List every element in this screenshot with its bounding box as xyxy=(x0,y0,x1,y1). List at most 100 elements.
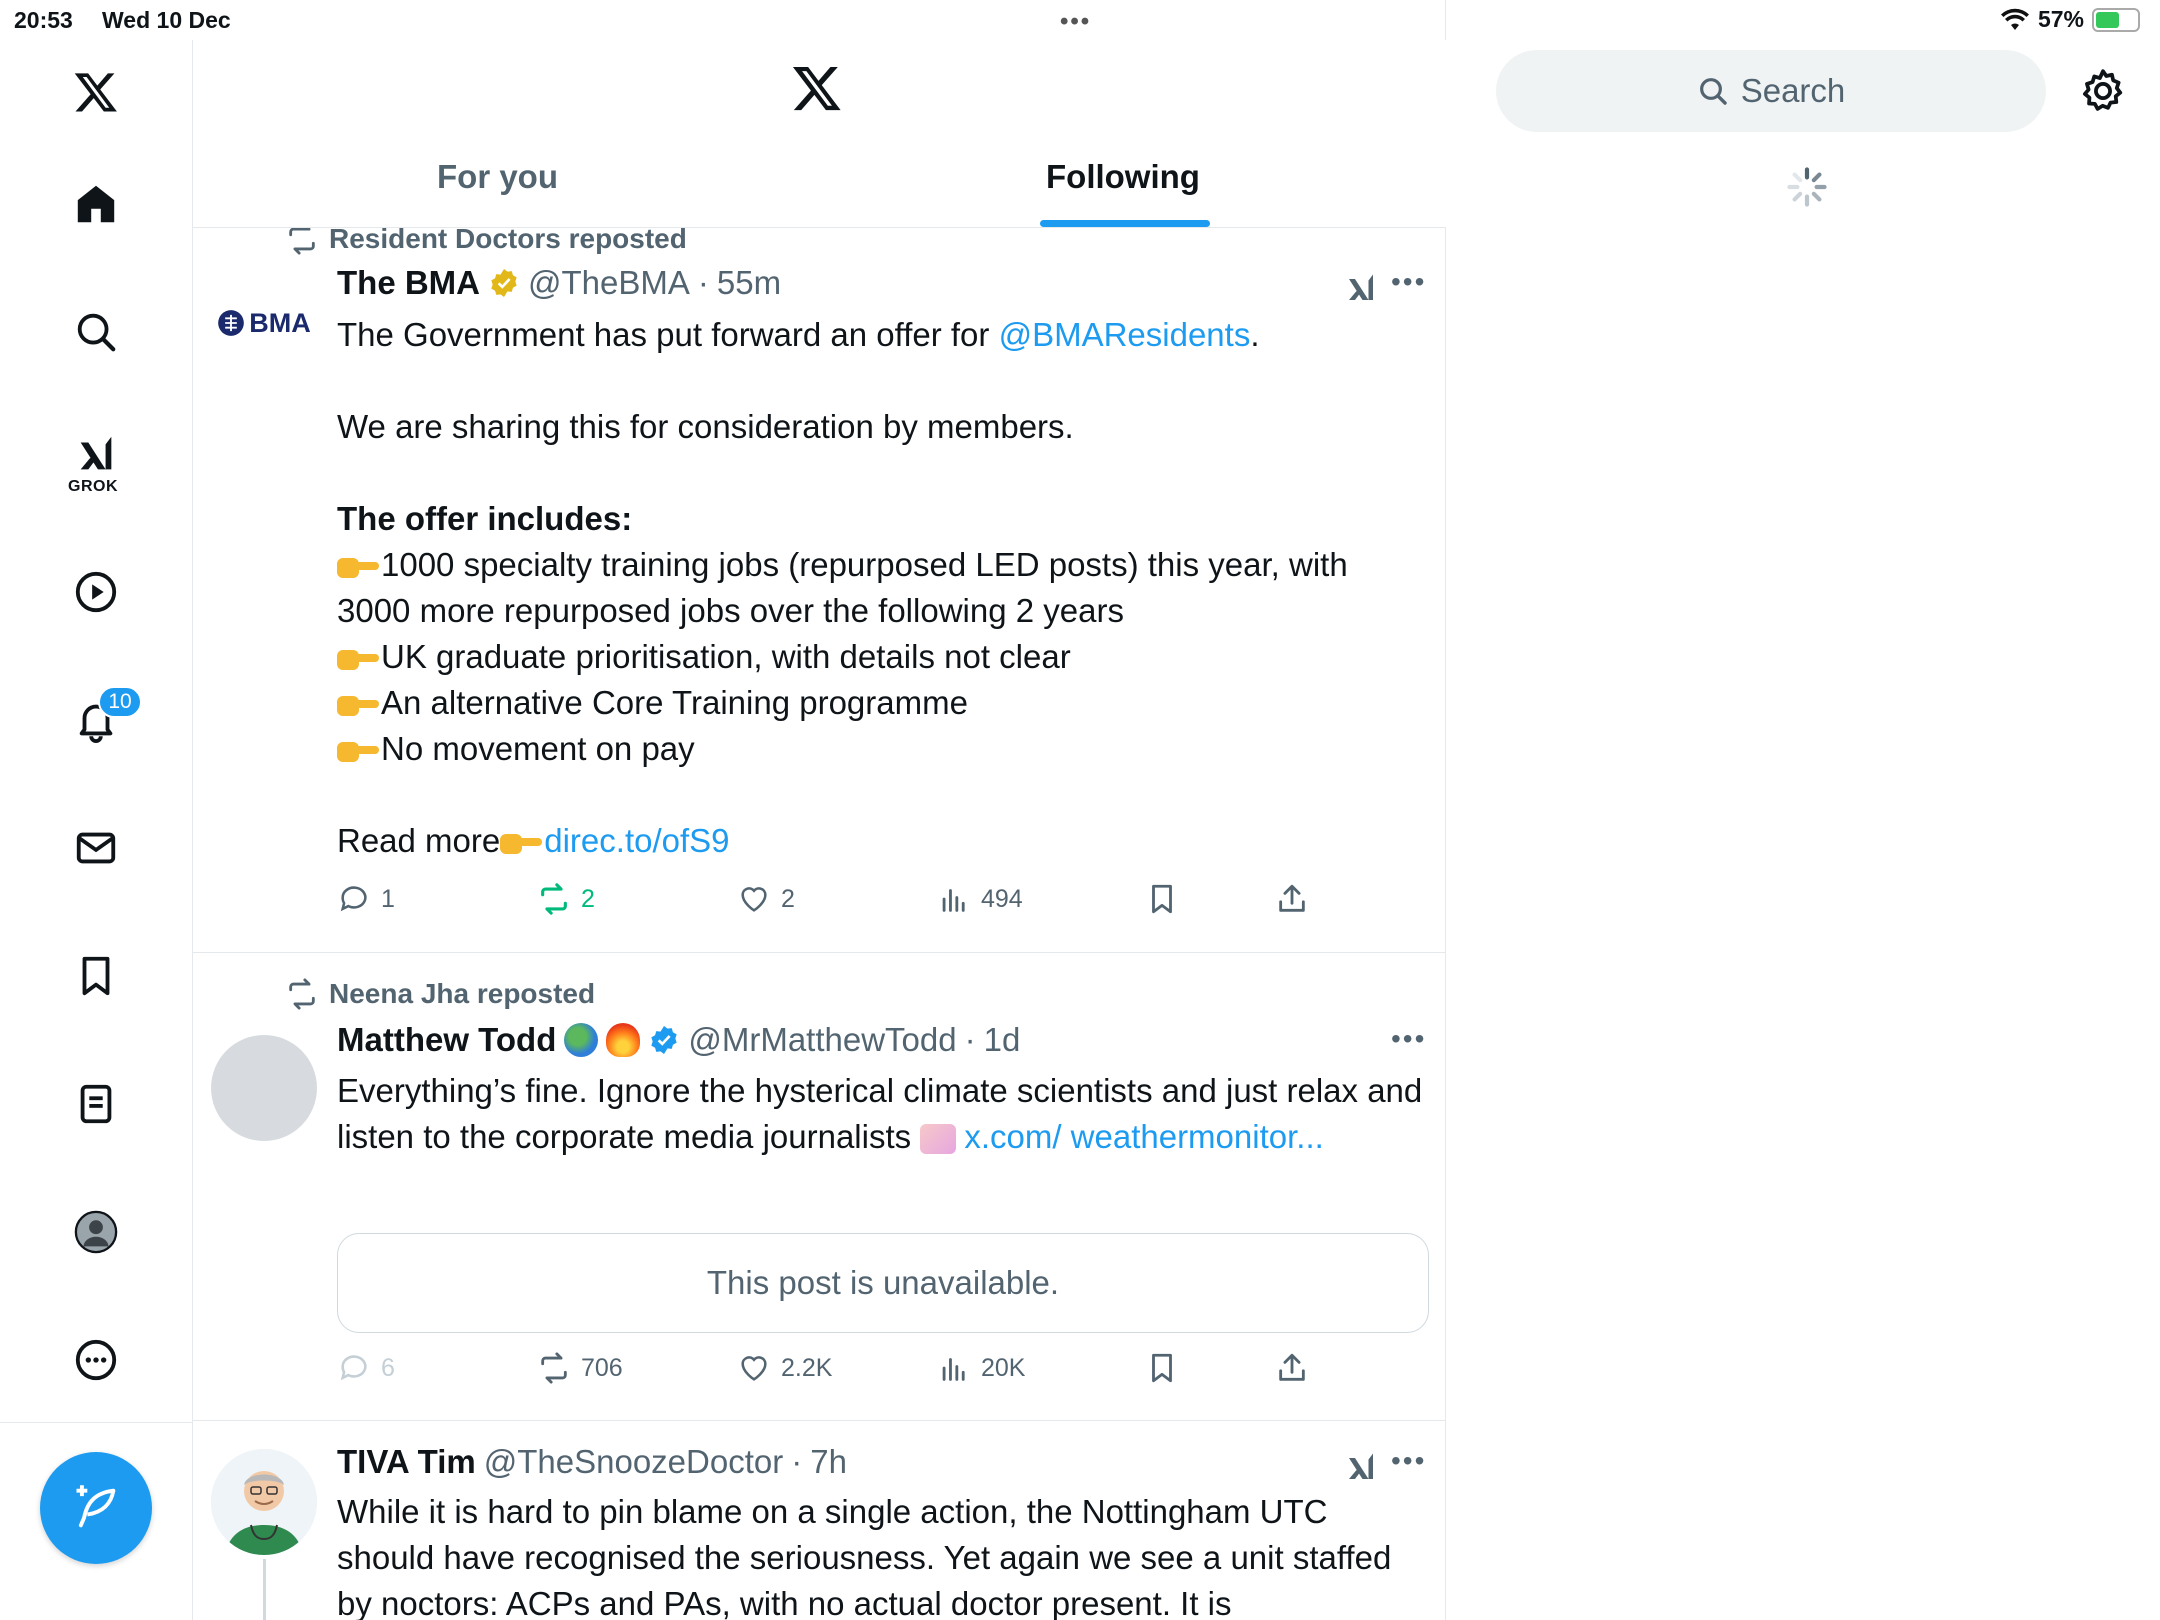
lists-icon[interactable] xyxy=(66,1074,126,1134)
repost-icon xyxy=(541,883,567,915)
doctor-cartoon-avatar-icon xyxy=(211,1449,317,1555)
reply-count: 6 xyxy=(381,1353,395,1382)
globe-emoji-icon xyxy=(564,1023,599,1057)
timeline-column: Resident Doctors reposted BMA The BMA @T… xyxy=(193,0,1446,1620)
mention-link[interactable]: @BMAResidents xyxy=(999,316,1251,353)
tab-for-you[interactable]: For you xyxy=(437,158,558,196)
share-icon xyxy=(1279,884,1305,912)
battery-percent: 57% xyxy=(2037,6,2084,32)
profile-avatar-icon[interactable] xyxy=(66,1202,126,1262)
post-more-icon[interactable]: ••• xyxy=(1391,1023,1426,1055)
grok-explain-icon[interactable] xyxy=(1343,1449,1379,1485)
pointing-hand-emoji-icon xyxy=(337,648,379,671)
view-count: 20K xyxy=(981,1353,1026,1382)
post-card[interactable]: Resident Doctors reposted BMA The BMA @T… xyxy=(193,223,1446,953)
avatar[interactable] xyxy=(211,1035,317,1141)
pointing-hand-emoji-icon xyxy=(337,740,379,763)
post-actions: 6 706 2.2K 20K xyxy=(337,1351,1377,1391)
share-button[interactable] xyxy=(1275,1351,1309,1385)
post-time[interactable]: 7h xyxy=(810,1443,847,1481)
bookmarks-icon[interactable] xyxy=(66,946,126,1006)
messages-envelope-icon[interactable] xyxy=(66,818,126,878)
post-time[interactable]: 1d xyxy=(984,1021,1021,1059)
bma-logo-text: BMA xyxy=(249,307,311,338)
post-body: The Government has put forward an offer … xyxy=(337,312,1427,864)
video-play-icon[interactable] xyxy=(66,562,126,622)
dot-separator: · xyxy=(964,1021,976,1058)
loading-spinner-icon xyxy=(1787,167,1827,207)
author-handle[interactable]: @TheBMA xyxy=(528,264,690,302)
reply-button[interactable]: 1 xyxy=(337,882,395,916)
author-handle[interactable]: @TheSnoozeDoctor xyxy=(484,1443,783,1481)
share-button[interactable] xyxy=(1275,882,1309,916)
repost-icon xyxy=(289,978,315,1010)
bookmark-button[interactable] xyxy=(1145,1351,1179,1385)
nav-divider xyxy=(0,1422,193,1423)
read-more-link[interactable]: direc.to/ofS9 xyxy=(544,822,729,859)
like-count: 2.2K xyxy=(781,1353,833,1382)
views-chart-icon xyxy=(942,1358,965,1381)
post-card[interactable]: TIVA Tim @TheSnoozeDoctor · 7h ••• While… xyxy=(193,1421,1446,1620)
more-options-icon[interactable] xyxy=(66,1330,126,1390)
thread-connector-line xyxy=(263,1559,266,1620)
post-link[interactable]: x.com/ weathermonitor... xyxy=(964,1118,1323,1155)
bookmark-icon xyxy=(1152,1353,1172,1383)
status-time: 20:53 xyxy=(14,7,73,33)
tab-following[interactable]: Following xyxy=(1046,158,1200,196)
body-text: While it is hard to pin blame on a singl… xyxy=(337,1493,1392,1620)
bookmark-icon xyxy=(1152,884,1172,914)
like-count: 2 xyxy=(781,884,795,913)
author-name[interactable]: Matthew Todd xyxy=(337,1021,556,1059)
views-chart-icon xyxy=(942,889,965,912)
post-body: Everything’s fine. Ignore the hysterical… xyxy=(337,1068,1427,1160)
reply-button[interactable]: 6 xyxy=(337,1351,395,1385)
avatar[interactable] xyxy=(211,1449,317,1555)
settings-gear-icon[interactable] xyxy=(2078,66,2128,116)
bullet-text: No movement on pay xyxy=(381,730,695,767)
repost-icon xyxy=(541,1352,567,1384)
post-card[interactable]: Neena Jha reposted Matthew Todd @MrMatth… xyxy=(193,953,1446,1421)
author-name[interactable]: TIVA Tim xyxy=(337,1443,476,1481)
like-button[interactable]: 2.2K xyxy=(737,1351,832,1385)
home-icon[interactable] xyxy=(66,174,126,234)
unavailable-quote-card[interactable]: This post is unavailable. xyxy=(337,1233,1429,1333)
search-input[interactable]: Search xyxy=(1496,50,2046,132)
repost-by-label: Neena Jha reposted xyxy=(329,978,596,1009)
grok-icon[interactable] xyxy=(66,424,126,484)
nail-polish-emoji-icon xyxy=(920,1124,957,1155)
bullet-text: UK graduate prioritisation, with details… xyxy=(381,638,1071,675)
notifications-badge: 10 xyxy=(98,686,142,718)
unavailable-text: This post is unavailable. xyxy=(706,1264,1060,1301)
repost-button[interactable]: 2 xyxy=(537,882,595,916)
compose-post-button[interactable] xyxy=(40,1452,152,1564)
verified-badge-icon xyxy=(651,1026,678,1054)
bullet-text: 1000 specialty training jobs (repurposed… xyxy=(337,546,1348,629)
heart-icon xyxy=(741,1356,767,1381)
reply-count: 1 xyxy=(381,884,395,913)
pointing-hand-emoji-icon xyxy=(337,694,379,717)
x-logo-icon[interactable] xyxy=(66,62,126,122)
heart-icon xyxy=(741,887,767,912)
post-more-icon[interactable]: ••• xyxy=(1391,266,1426,298)
verified-org-badge-icon xyxy=(491,269,517,297)
bma-logo-icon xyxy=(218,310,245,336)
author-name[interactable]: The BMA xyxy=(337,264,480,302)
grok-explain-icon[interactable] xyxy=(1343,270,1379,306)
post-more-icon[interactable]: ••• xyxy=(1391,1445,1426,1477)
active-tab-indicator xyxy=(1040,220,1210,227)
avatar[interactable]: BMA xyxy=(211,270,317,376)
explore-search-icon[interactable] xyxy=(66,302,126,362)
repost-button[interactable]: 706 xyxy=(537,1351,623,1385)
bookmark-button[interactable] xyxy=(1145,882,1179,916)
x-logo-icon[interactable] xyxy=(791,62,843,114)
view-count: 494 xyxy=(981,884,1023,913)
post-time[interactable]: 55m xyxy=(717,264,781,302)
timeline-header: For you Following xyxy=(193,40,1446,228)
battery-icon xyxy=(2092,7,2140,32)
body-text: . xyxy=(1250,316,1260,353)
views-button[interactable]: 20K xyxy=(937,1351,1025,1385)
like-button[interactable]: 2 xyxy=(737,882,795,916)
author-handle[interactable]: @MrMatthewTodd xyxy=(688,1021,956,1059)
views-button[interactable]: 494 xyxy=(937,882,1023,916)
dot-separator: · xyxy=(791,1443,803,1480)
